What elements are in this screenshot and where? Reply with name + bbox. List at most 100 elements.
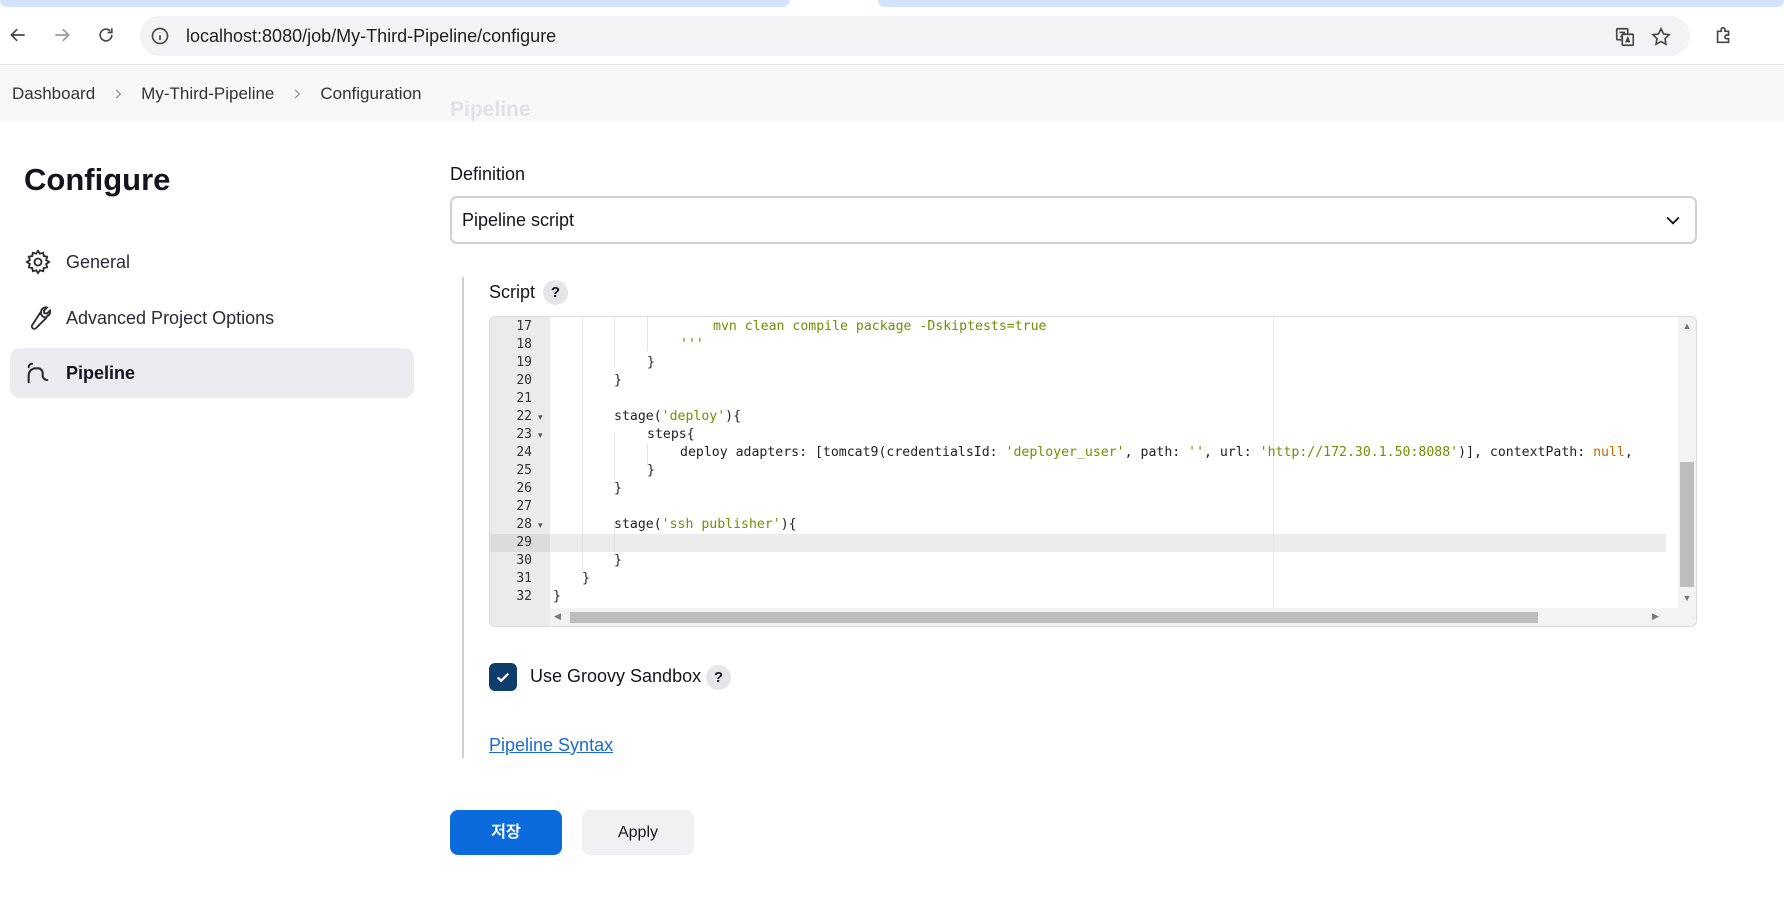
url-text[interactable]: localhost:8080/job/My-Third-Pipeline/con… — [186, 16, 556, 56]
code-text: )], contextPath: — [1458, 445, 1594, 460]
groovy-sandbox-checkbox[interactable] — [489, 663, 517, 691]
sandbox-help-icon[interactable]: ? — [706, 665, 731, 690]
wrench-icon — [24, 304, 52, 332]
code-line-20: } — [614, 373, 622, 388]
script-editor[interactable]: 17 18 19 20 21 22 23 24 25 26 27 28 29 3… — [489, 316, 1697, 627]
code-string: 'ssh publisher' — [661, 517, 781, 532]
translate-icon[interactable] — [1614, 26, 1636, 48]
line-number: 25 — [516, 463, 532, 478]
code-area[interactable]: mvn clean compile package -Dskiptests=tr… — [550, 317, 1666, 609]
apply-button[interactable]: Apply — [582, 810, 694, 855]
code-line-25: } — [647, 463, 655, 478]
editor-horizontal-scrollbar[interactable]: ◀ ▶ — [550, 608, 1696, 626]
save-button[interactable]: 저장 — [450, 810, 562, 855]
sidebar-item-label: General — [66, 251, 131, 272]
script-help-icon[interactable]: ? — [543, 280, 568, 305]
code-text: stage( — [614, 517, 662, 532]
line-number: 30 — [516, 553, 532, 568]
scroll-left-icon[interactable]: ◀ — [554, 611, 561, 622]
forward-icon[interactable] — [44, 17, 80, 53]
code-line-18: ''' — [680, 336, 704, 354]
line-number: 31 — [516, 571, 532, 586]
fold-toggle-icon[interactable]: ▾ — [538, 516, 546, 534]
line-number: 27 — [516, 499, 532, 514]
gear-icon — [24, 248, 52, 276]
browser-tab[interactable] — [878, 0, 1784, 7]
breadcrumb-item-dashboard[interactable]: Dashboard — [12, 84, 95, 104]
print-margin — [1273, 317, 1274, 609]
breadcrumb: Dashboard My-Third-Pipeline Configuratio… — [12, 66, 422, 122]
code-string: 'deploy' — [661, 409, 726, 424]
code-line-26: } — [614, 481, 622, 496]
code-text: ){ — [725, 409, 742, 424]
code-text: deploy adapters: [tomcat9(credentialsId: — [680, 445, 1006, 460]
code-text: stage( — [614, 409, 662, 424]
back-icon[interactable] — [0, 17, 36, 53]
indent-guide — [614, 317, 615, 367]
code-line-32: } — [553, 589, 561, 604]
editor-vertical-scrollbar[interactable]: ▲ ▼ — [1678, 317, 1696, 609]
breadcrumb-item-configuration[interactable]: Configuration — [320, 84, 421, 104]
scroll-right-icon[interactable]: ▶ — [1652, 611, 1659, 622]
definition-select[interactable]: Pipeline script — [450, 196, 1697, 244]
line-number: 19 — [516, 355, 532, 370]
fold-toggle-icon[interactable]: ▾ — [538, 408, 546, 426]
line-number: 24 — [516, 445, 532, 460]
sidebar-item-advanced-project-options[interactable]: Advanced Project Options — [10, 293, 414, 343]
indent-guide — [614, 434, 615, 484]
line-number: 17 — [516, 319, 532, 334]
code-string: 'deployer_user' — [1005, 445, 1125, 460]
line-number-active: 29 — [490, 534, 550, 552]
code-line-22: stage('deploy'){ — [614, 408, 741, 426]
bookmark-star-icon[interactable] — [1650, 26, 1672, 48]
browser-tabstrip — [0, 0, 1784, 7]
script-label: Script — [489, 282, 536, 302]
section-title-ghost: Pipeline — [450, 98, 531, 121]
sidebar-item-label: Pipeline — [66, 362, 136, 383]
indent-guide — [647, 317, 648, 351]
code-line-17: mvn clean compile package -Dskiptests=tr… — [713, 318, 1046, 336]
groovy-sandbox-label[interactable]: Use Groovy Sandbox — [530, 666, 701, 687]
code-text: ''' — [680, 337, 704, 352]
browser-tab[interactable] — [0, 0, 790, 7]
sidebar-item-general[interactable]: General — [10, 237, 414, 287]
code-line-23: steps{ — [647, 427, 695, 442]
pipeline-syntax-link[interactable]: Pipeline Syntax — [489, 735, 613, 756]
page-title: Configure — [24, 162, 171, 197]
scroll-up-icon[interactable]: ▲ — [1682, 321, 1692, 331]
extensions-icon[interactable] — [1713, 24, 1735, 46]
pipeline-icon — [24, 359, 52, 387]
line-number: 26 — [516, 481, 532, 496]
code-keyword: null — [1593, 445, 1625, 460]
chevron-right-icon — [111, 87, 125, 101]
editor-gutter: 17 18 19 20 21 22 23 24 25 26 27 28 29 3… — [490, 317, 550, 609]
fold-toggle-icon[interactable]: ▾ — [538, 426, 546, 444]
line-number: 21 — [516, 391, 532, 406]
code-line-24: deploy adapters: [tomcat9(credentialsId:… — [680, 444, 1633, 462]
sidebar-item-label: Advanced Project Options — [66, 307, 275, 328]
code-line-28: stage('ssh publisher'){ — [614, 516, 797, 534]
address-bar[interactable]: localhost:8080/job/My-Third-Pipeline/con… — [140, 16, 1690, 56]
scrollbar-thumb[interactable] — [1680, 462, 1694, 587]
editor-gutter-bottom — [490, 608, 550, 626]
code-line-19: } — [647, 355, 655, 370]
code-text: , — [1624, 445, 1633, 460]
definition-label: Definition — [450, 164, 526, 184]
code-text: , path: — [1124, 445, 1189, 460]
scroll-down-icon[interactable]: ▼ — [1682, 593, 1692, 603]
sidebar-item-pipeline[interactable]: Pipeline — [10, 348, 414, 398]
site-info-icon[interactable] — [150, 26, 170, 46]
reload-icon[interactable] — [88, 17, 124, 53]
browser-toolbar: localhost:8080/job/My-Third-Pipeline/con… — [0, 7, 1784, 65]
chevron-down-icon — [1663, 210, 1683, 230]
chevron-right-icon — [290, 87, 304, 101]
code-text: ){ — [780, 517, 797, 532]
code-line-30: } — [614, 553, 622, 568]
code-text: mvn clean compile package -Dskiptests=tr… — [713, 319, 1047, 334]
line-number: 20 — [516, 373, 532, 388]
definition-selected-value: Pipeline script — [462, 210, 575, 230]
section-indent-rule — [462, 277, 464, 758]
breadcrumb-item-job[interactable]: My-Third-Pipeline — [141, 84, 274, 104]
scrollbar-thumb[interactable] — [570, 612, 1538, 623]
line-number: 32 — [516, 589, 532, 604]
